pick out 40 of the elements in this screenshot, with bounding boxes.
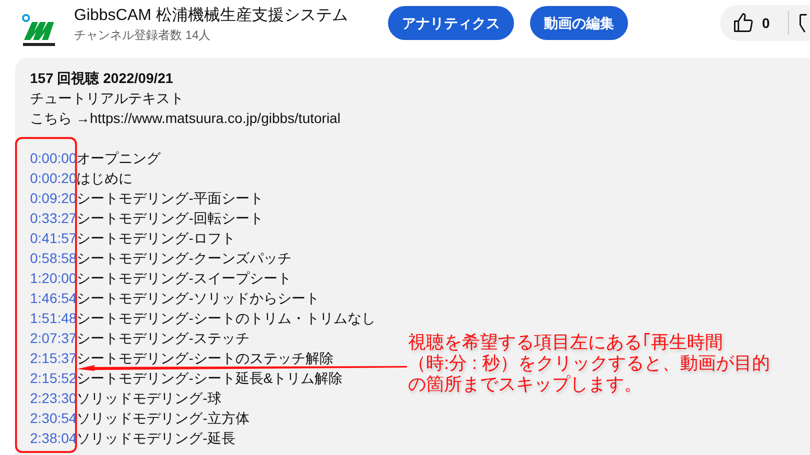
timestamp-link[interactable]: 2:15:52 <box>30 371 77 385</box>
chapter-title: シートモデリング-回転シート <box>76 211 264 225</box>
channel-name[interactable]: GibbsCAM 松浦機械生産支援システム <box>74 6 348 26</box>
chapter-title: ソリッドモデリング-立方体 <box>76 411 250 425</box>
chapter-title: シートモデリング-ソリッドからシート <box>76 291 320 305</box>
description-line: こちら →https://www.matsuura.co.jp/gibbs/tutorial <box>30 109 342 128</box>
chapter-title: シートモデリング-シートのトリム・トリムなし <box>76 311 376 325</box>
timestamp-link[interactable]: 0:00:00 <box>30 151 77 165</box>
timestamp-link[interactable]: 2:07:37 <box>30 331 77 345</box>
timestamp-link[interactable]: 2:15:37 <box>30 351 77 365</box>
timestamp-link[interactable]: 2:38:04 <box>30 431 77 445</box>
chapter-title: シートモデリング-シートのステッチ解除 <box>76 351 334 365</box>
timestamp-link[interactable]: 1:51:48 <box>30 311 77 325</box>
timestamp-link[interactable]: 1:20:00 <box>30 271 77 285</box>
chapter-title: シートモデリング-クーンズパッチ <box>76 251 292 265</box>
chapter-title: シートモデリング-シート延長&トリム解除 <box>76 371 343 385</box>
chapter-title: シートモデリング-スイープシート <box>76 271 292 285</box>
timestamp-link[interactable]: 2:23:30 <box>30 391 77 405</box>
timestamp-link[interactable]: 0:41:57 <box>30 231 77 245</box>
chapter-title: ソリッドモデリング-延長 <box>76 431 236 445</box>
timestamp-link[interactable]: 0:58:58 <box>30 251 77 265</box>
subscriber-count: チャンネル登録者数 14人 <box>74 27 212 44</box>
action-button[interactable]: 動画の編集 <box>530 6 628 40</box>
description-line: チュートリアルテキスト <box>30 89 185 108</box>
chapter-title: ソリッドモデリング-球 <box>76 391 222 405</box>
chapter-title: シートモデリング-ステッチ <box>76 331 250 345</box>
annotation-text: 視聴を希望する項目左にある｢再生時間 （時:分 : 秒）をクリックすると、動画が目的 の箇所までスキップします。 <box>408 332 770 395</box>
timestamp-link[interactable]: 0:00:20 <box>30 171 77 185</box>
chapter-title: はじめに <box>76 171 133 185</box>
view-count-date: 157 回視聴 2022/09/21 <box>30 69 174 88</box>
timestamp-link[interactable]: 2:30:54 <box>30 411 77 425</box>
thumbs-up-icon[interactable] <box>732 12 754 34</box>
like-count: 0 <box>762 14 770 32</box>
chapter-title: シートモデリング-ロフト <box>76 231 236 245</box>
timestamp-link[interactable]: 0:33:27 <box>30 211 77 225</box>
chapter-title: オープニング <box>76 151 161 165</box>
timestamp-link[interactable]: 0:09:20 <box>30 191 77 205</box>
action-button[interactable]: アナリティクス <box>388 6 514 40</box>
chapter-title: シートモデリング-平面シート <box>76 191 264 205</box>
timestamp-link[interactable]: 1:46:54 <box>30 291 77 305</box>
